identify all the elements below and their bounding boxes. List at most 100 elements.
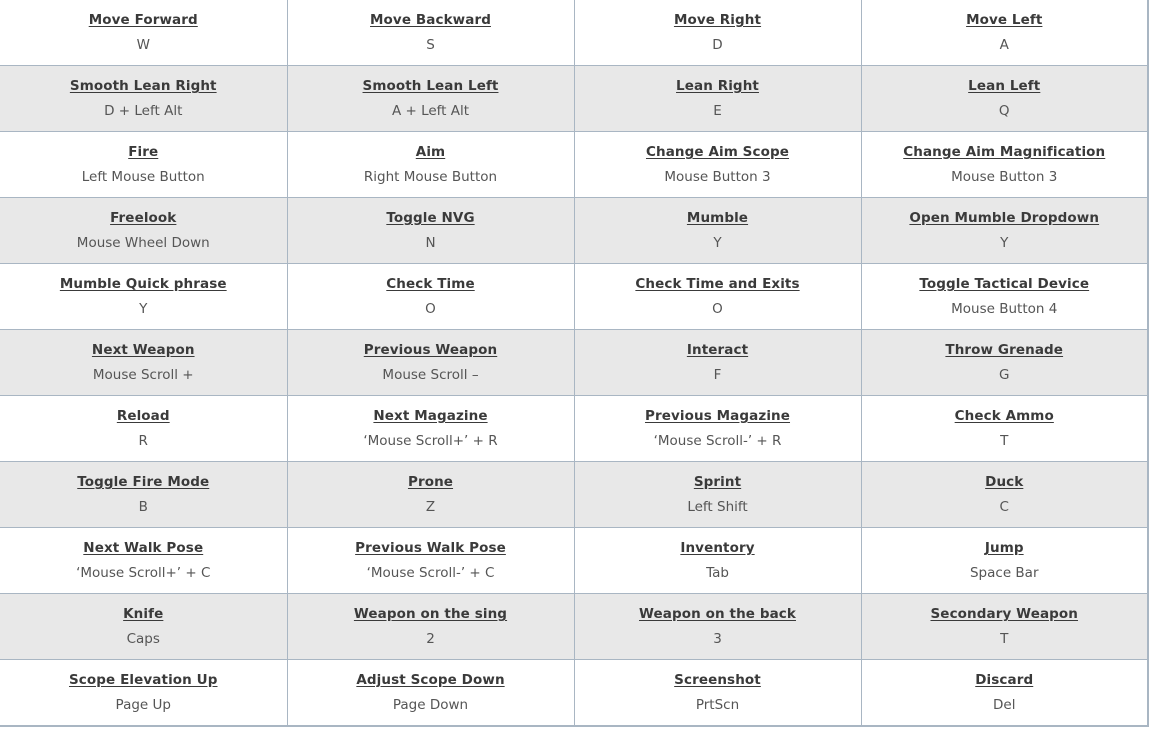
action-name: Discard — [975, 672, 1034, 688]
keybinding-cell: Screenshot PrtScn — [573, 659, 862, 727]
action-name: Check Time — [386, 276, 475, 292]
table-row: Scope Elevation Up Page Up Adjust Scope Do… — [0, 659, 1149, 727]
key-binding: Mouse Scroll – — [382, 367, 479, 383]
keybinding-cell: Duck C — [860, 461, 1149, 528]
action-name: Next Weapon — [91, 342, 195, 358]
key-binding: ‘Mouse Scroll+’ + C — [76, 565, 211, 581]
key-binding: Left Mouse Button — [81, 169, 205, 185]
keybinding-cell: Reload R — [0, 395, 288, 462]
key-binding: 2 — [426, 631, 435, 647]
keybinding-cell: Previous Magazine ‘Mouse Scroll-’ + R — [573, 395, 862, 462]
keybinding-cell: Sprint Left Shift — [573, 461, 862, 528]
key-binding: ‘Mouse Scroll+’ + R — [363, 433, 498, 449]
keybinding-cell: Adjust Scope Down Page Down — [286, 659, 575, 727]
action-name: Toggle NVG — [386, 210, 475, 226]
action-name: Next Magazine — [373, 408, 488, 424]
keybinding-cell: Knife Caps — [0, 593, 288, 660]
action-name: Next Walk Pose — [83, 540, 204, 556]
action-name: Prone — [407, 474, 454, 490]
keybinding-cell: Smooth Lean Right D + Left Alt — [0, 65, 288, 132]
key-binding: G — [999, 367, 1010, 383]
action-name: Move Left — [966, 12, 1043, 28]
table-row: Reload R Next Magazine ‘Mouse Scroll+’ + R P… — [0, 395, 1149, 462]
action-name: Duck — [985, 474, 1024, 490]
action-name: Interact — [686, 342, 749, 358]
table-row: Fire Left Mouse Button Aim Right Mouse Butt… — [0, 131, 1149, 198]
action-name: Screenshot — [674, 672, 761, 688]
key-binding: A — [999, 37, 1009, 53]
key-binding: Del — [993, 697, 1016, 713]
keybinding-cell: Previous Weapon Mouse Scroll – — [286, 329, 575, 396]
action-name: Move Right — [673, 12, 762, 28]
keybinding-cell: Weapon on the sing 2 — [286, 593, 575, 660]
action-name: Mumble — [686, 210, 749, 226]
keybinding-cell: Jump Space Bar — [860, 527, 1149, 594]
keybinding-cell: Move Backward S — [286, 0, 575, 66]
key-binding: Left Shift — [687, 499, 748, 515]
keybinding-cell: Next Walk Pose ‘Mouse Scroll+’ + C — [0, 527, 288, 594]
table-row: Move Forward W Move Backward S Move Right D Mo… — [0, 0, 1149, 66]
key-binding: W — [136, 37, 150, 53]
key-binding: Y — [139, 301, 148, 317]
action-name: Freelook — [110, 210, 177, 226]
action-name: Previous Weapon — [363, 342, 498, 358]
keybinding-cell: Lean Left Q — [860, 65, 1149, 132]
action-name: Mumble Quick phrase — [59, 276, 227, 292]
keybinding-cell: Freelook Mouse Wheel Down — [0, 197, 288, 264]
action-name: Aim — [415, 144, 446, 160]
keybinding-cell: Previous Walk Pose ‘Mouse Scroll-’ + C — [286, 527, 575, 594]
action-name: Secondary Weapon — [930, 606, 1079, 622]
action-name: Jump — [984, 540, 1024, 556]
key-binding: Mouse Scroll + — [92, 367, 194, 383]
keybinding-cell: Smooth Lean Left A + Left Alt — [286, 65, 575, 132]
keybinding-cell: Mumble Y — [573, 197, 862, 264]
key-binding: Mouse Wheel Down — [76, 235, 210, 251]
table-row: Knife Caps Weapon on the sing 2 Weapon on th… — [0, 593, 1149, 660]
key-binding: Y — [1000, 235, 1009, 251]
action-name: Inventory — [680, 540, 755, 556]
key-binding: Space Bar — [969, 565, 1039, 581]
key-binding: A + Left Alt — [391, 103, 470, 119]
key-binding: D + Left Alt — [104, 103, 183, 119]
keybinding-cell: Next Weapon Mouse Scroll + — [0, 329, 288, 396]
table-row: Mumble Quick phrase Y Check Time O Check Tim… — [0, 263, 1149, 330]
keybinding-cell: Move Forward W — [0, 0, 288, 66]
keybinding-cell: Prone Z — [286, 461, 575, 528]
action-name: Previous Walk Pose — [355, 540, 506, 556]
action-name: Change Aim Scope — [645, 144, 790, 160]
keybinding-cell: Throw Grenade G — [860, 329, 1149, 396]
key-binding: O — [712, 301, 723, 317]
key-binding: S — [426, 37, 435, 53]
action-name: Lean Left — [968, 78, 1041, 94]
key-binding: R — [138, 433, 148, 449]
keybinding-cell: Mumble Quick phrase Y — [0, 263, 288, 330]
action-name: Move Forward — [88, 12, 198, 28]
key-binding: D — [712, 37, 723, 53]
keybinding-cell: Change Aim Magnification Mouse Button 3 — [860, 131, 1149, 198]
key-binding: E — [713, 103, 722, 119]
action-name: Smooth Lean Right — [69, 78, 217, 94]
key-binding: B — [138, 499, 148, 515]
keybinding-cell: Toggle NVG N — [286, 197, 575, 264]
action-name: Scope Elevation Up — [68, 672, 218, 688]
key-binding: ‘Mouse Scroll-’ + R — [653, 433, 782, 449]
key-binding: Tab — [706, 565, 729, 581]
action-name: Knife — [123, 606, 164, 622]
keybinding-cell: Move Right D — [573, 0, 862, 66]
table-row: Next Walk Pose ‘Mouse Scroll+’ + C Previou… — [0, 527, 1149, 594]
action-name: Move Backward — [370, 12, 491, 28]
key-binding: 3 — [713, 631, 722, 647]
key-binding: Y — [713, 235, 722, 251]
keybinding-cell: Toggle Fire Mode B — [0, 461, 288, 528]
action-name: Toggle Fire Mode — [77, 474, 210, 490]
key-binding: N — [425, 235, 436, 251]
action-name: Check Time and Exits — [635, 276, 800, 292]
action-name: Open Mumble Dropdown — [909, 210, 1100, 226]
action-name: Reload — [116, 408, 170, 424]
key-binding: Caps — [126, 631, 160, 647]
keybinding-cell: Toggle Tactical Device Mouse Button 4 — [860, 263, 1149, 330]
key-binding: O — [425, 301, 436, 317]
key-binding: T — [1000, 433, 1009, 449]
keybinding-cell: Inventory Tab — [573, 527, 862, 594]
action-name: Weapon on the back — [639, 606, 796, 622]
